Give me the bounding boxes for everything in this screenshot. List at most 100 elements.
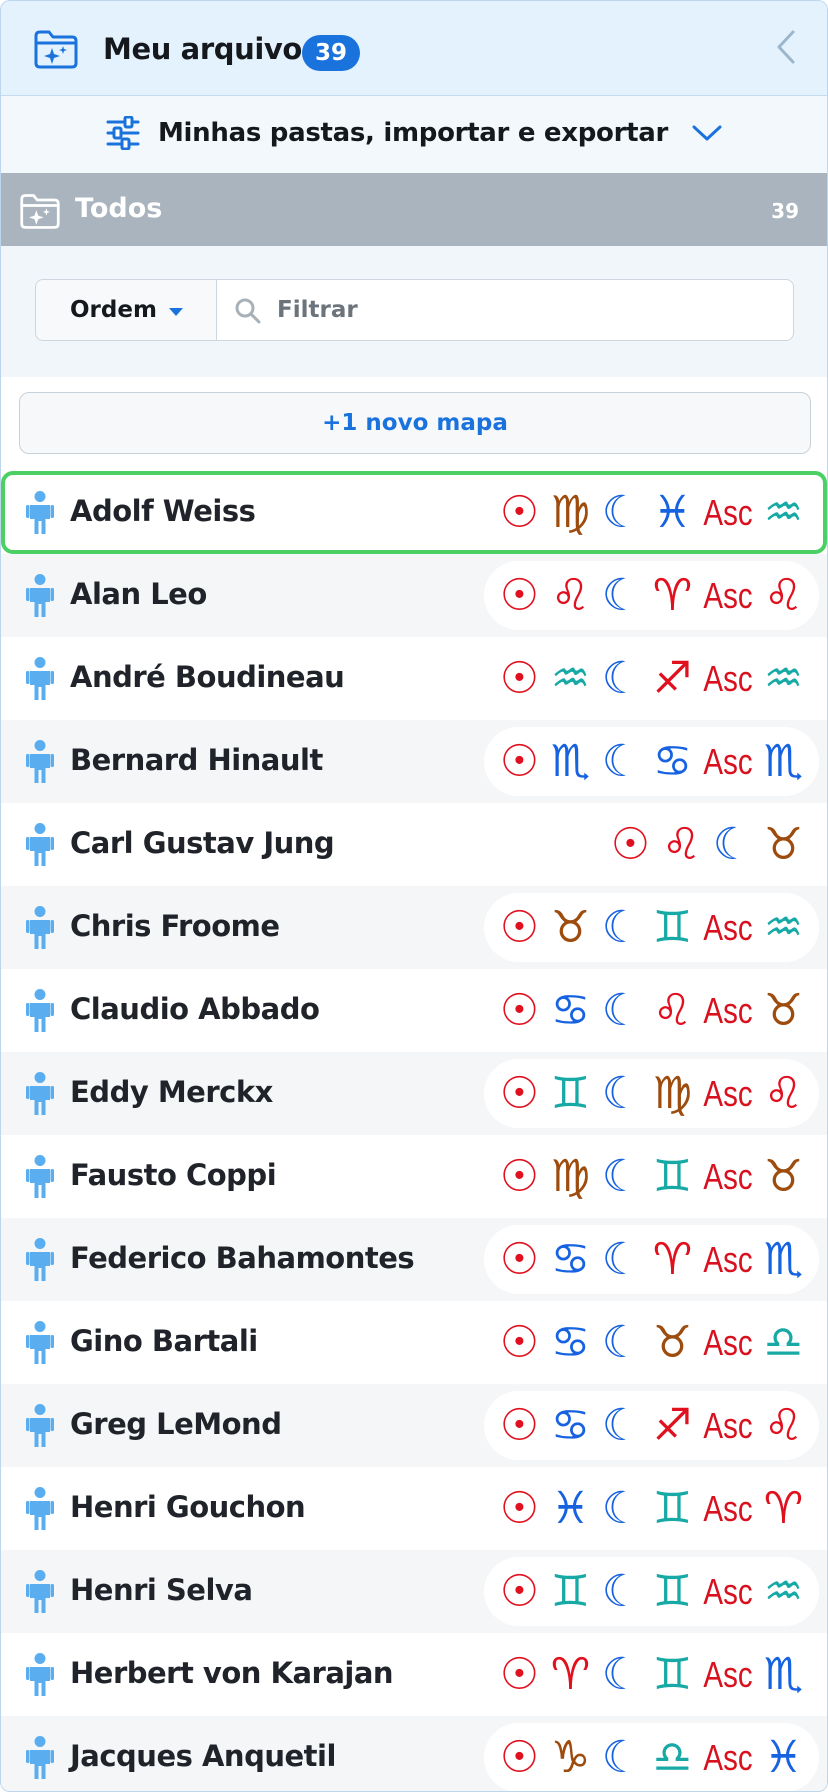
ascendant-sign-icon: ♉ [763,985,804,1036]
sun-sign-icon: ♋ [550,1317,591,1368]
astro-signs: ☉ ♒ ☾ ♐ Asc ♒ [483,644,819,713]
list-item[interactable]: Henri Selva ☉ ♊ ☾ ♊ Asc ♒ [1,1550,827,1633]
collapse-chevron-icon[interactable] [771,27,801,67]
moon-sign-icon: ♎ [652,1732,693,1783]
moon-icon: ☾ [601,1483,642,1534]
person-icon [26,823,54,866]
person-name: Bernard Hinault [70,743,323,777]
sun-icon: ☉ [610,819,651,870]
sort-dropdown[interactable]: Ordem [35,279,217,341]
ascendant-label: Asc [703,1571,753,1612]
person-name: Jacques Anquetil [70,1739,336,1773]
ascendant-sign-icon: ♏ [763,736,804,787]
moon-sign-icon: ♓ [652,487,693,538]
moon-icon: ☾ [601,736,642,787]
sun-icon: ☉ [499,487,540,538]
astro-signs: ☉ ♏ ☾ ♋ Asc ♏ [483,727,819,796]
astro-signs: ☉ ♋ ☾ ♌ Asc ♉ [483,976,819,1045]
moon-icon: ☾ [601,1732,642,1783]
ascendant-label: Asc [703,1322,753,1363]
ascendant-sign-icon: ♒ [763,653,804,704]
list-item[interactable]: Adolf Weiss ☉ ♍ ☾ ♓ Asc ♒ [1,471,827,554]
list-item[interactable]: Federico Bahamontes ☉ ♋ ☾ ♈ Asc ♏ [1,1218,827,1301]
sun-icon: ☉ [499,570,540,621]
ascendant-label: Asc [703,1488,753,1529]
moon-icon: ☾ [601,1234,642,1285]
list-item[interactable]: Bernard Hinault ☉ ♏ ☾ ♋ Asc ♏ [1,720,827,803]
person-name: Eddy Merckx [70,1075,273,1109]
ascendant-label: Asc [703,741,753,782]
sun-sign-icon: ♏ [550,736,591,787]
astro-signs: ☉ ♌ ☾ ♉ [595,810,819,879]
ascendant-label: Asc [703,990,753,1031]
person-icon [26,574,54,617]
sun-sign-icon: ♈ [550,1649,591,1700]
moon-icon: ☾ [601,1068,642,1119]
list-item[interactable]: Henri Gouchon ☉ ♓ ☾ ♊ Asc ♈ [1,1467,827,1550]
sun-sign-icon: ♓ [550,1483,591,1534]
sliders-icon [106,116,140,150]
list-item[interactable]: Claudio Abbado ☉ ♋ ☾ ♌ Asc ♉ [1,969,827,1052]
moon-icon: ☾ [601,985,642,1036]
moon-sign-icon: ♈ [652,570,693,621]
ascendant-label: Asc [703,1405,753,1446]
new-map-button[interactable]: +1 novo mapa [19,392,811,454]
list-item[interactable]: Chris Froome ☉ ♉ ☾ ♊ Asc ♒ [1,886,827,969]
new-map-area: +1 novo mapa [1,377,827,471]
sun-icon: ☉ [499,1732,540,1783]
person-name: Alan Leo [70,577,207,611]
ascendant-label: Asc [703,492,753,533]
ascendant-sign-icon: ♌ [763,1400,804,1451]
astro-signs: ☉ ♋ ☾ ♈ Asc ♏ [483,1225,819,1294]
list-item[interactable]: Jacques Anquetil ☉ ♑ ☾ ♎ Asc ♓ [1,1716,827,1791]
chart-list: Adolf Weiss ☉ ♍ ☾ ♓ Asc ♒ Alan Leo ☉ ♌ ☾… [1,471,827,1791]
search-input[interactable] [277,290,777,330]
list-item[interactable]: Alan Leo ☉ ♌ ☾ ♈ Asc ♌ [1,554,827,637]
chevron-down-icon [692,125,722,141]
ascendant-sign-icon: ♒ [763,487,804,538]
moon-sign-icon: ♋ [652,736,693,787]
filter-toolbar: Ordem [1,246,827,378]
list-item[interactable]: Carl Gustav Jung ☉ ♌ ☾ ♉ [1,803,827,886]
folder-all-label: Todos [75,193,163,224]
person-name: Carl Gustav Jung [70,826,335,860]
ascendant-label: Asc [703,907,753,948]
folder-all-bar[interactable]: Todos 39 [1,173,827,246]
archive-panel: Meu arquivo 39 Minhas pastas, importar e… [0,0,828,1792]
caret-down-icon [169,308,183,316]
person-name: Henri Gouchon [70,1490,306,1524]
ascendant-sign-icon: ♌ [763,1068,804,1119]
astro-signs: ☉ ♑ ☾ ♎ Asc ♓ [483,1723,819,1791]
list-item[interactable]: André Boudineau ☉ ♒ ☾ ♐ Asc ♒ [1,637,827,720]
sun-icon: ☉ [499,1234,540,1285]
folders-menu-toggle[interactable]: Minhas pastas, importar e exportar [1,96,827,173]
astro-signs: ☉ ♉ ☾ ♊ Asc ♒ [483,893,819,962]
sun-sign-icon: ♍ [550,1151,591,1202]
sun-sign-icon: ♌ [661,819,702,870]
sun-sign-icon: ♋ [550,985,591,1036]
person-name: Federico Bahamontes [70,1241,415,1275]
sun-sign-icon: ♍ [550,487,591,538]
person-name: Claudio Abbado [70,992,320,1026]
search-box [216,279,794,341]
ascendant-sign-icon: ♒ [763,1566,804,1617]
astro-signs: ☉ ♍ ☾ ♓ Asc ♒ [483,478,819,547]
list-item[interactable]: Herbert von Karajan ☉ ♈ ☾ ♊ Asc ♏ [1,1633,827,1716]
astro-signs: ☉ ♊ ☾ ♍ Asc ♌ [483,1059,819,1128]
sun-icon: ☉ [499,1566,540,1617]
list-item[interactable]: Greg LeMond ☉ ♋ ☾ ♐ Asc ♌ [1,1384,827,1467]
moon-sign-icon: ♍ [652,1068,693,1119]
person-icon [26,1736,54,1779]
ascendant-label: Asc [703,575,753,616]
moon-icon: ☾ [601,653,642,704]
person-name: Fausto Coppi [70,1158,277,1192]
ascendant-label: Asc [703,658,753,699]
sun-icon: ☉ [499,1649,540,1700]
list-item[interactable]: Eddy Merckx ☉ ♊ ☾ ♍ Asc ♌ [1,1052,827,1135]
list-item[interactable]: Fausto Coppi ☉ ♍ ☾ ♊ Asc ♉ [1,1135,827,1218]
astro-signs: ☉ ♈ ☾ ♊ Asc ♏ [483,1640,819,1709]
ascendant-label: Asc [703,1156,753,1197]
list-item[interactable]: Gino Bartali ☉ ♋ ☾ ♉ Asc ♎ [1,1301,827,1384]
sun-icon: ☉ [499,1317,540,1368]
moon-icon: ☾ [601,902,642,953]
